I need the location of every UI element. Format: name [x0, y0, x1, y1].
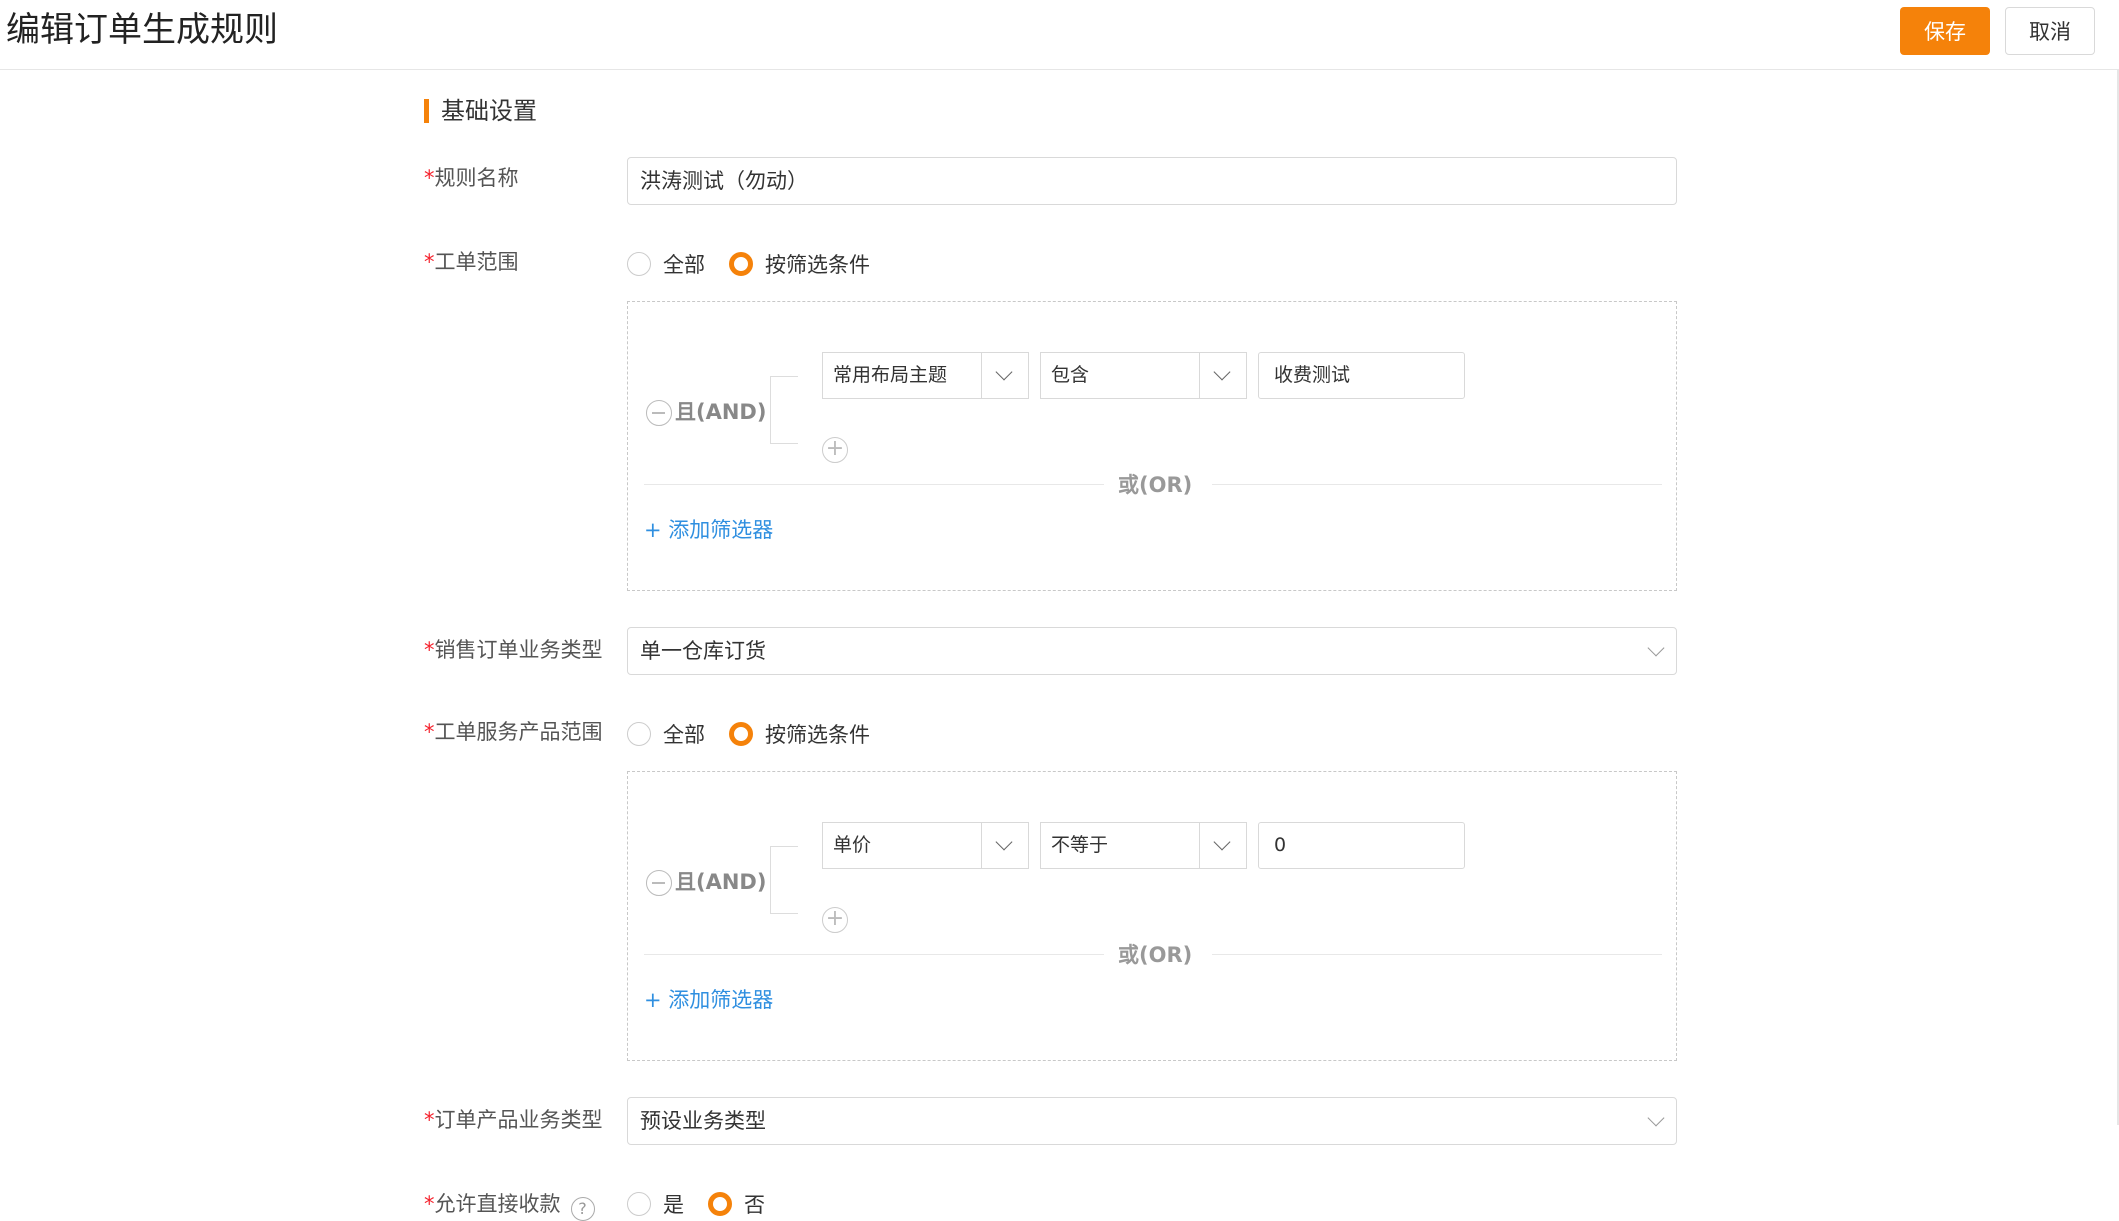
and-label: 且(AND): [675, 400, 767, 424]
filter-value-input[interactable]: 0: [1258, 822, 1465, 869]
or-label: 或(OR): [1118, 473, 1193, 497]
filter-value-input[interactable]: 收费测试: [1258, 352, 1465, 399]
service-product-filter-box: 且(AND) 单价 不等于 0 + 或(OR) + 添加筛选器: [627, 771, 1677, 1061]
help-circle-icon[interactable]: ?: [570, 1197, 595, 1221]
cancel-button[interactable]: 取消: [2005, 7, 2095, 55]
order-product-type-label: *订单产品业务类型: [424, 1108, 603, 1132]
chevron-down-icon: [1213, 363, 1231, 381]
radio-unchecked-icon: [627, 252, 651, 276]
and-label: 且(AND): [675, 870, 767, 894]
filter-field-select[interactable]: 常用布局主题: [822, 352, 1029, 399]
radio-checked-icon: [708, 1192, 732, 1216]
radio-checked-icon: [729, 252, 753, 276]
allow-direct-payment-radio-yes[interactable]: 是: [627, 1189, 684, 1219]
radio-unchecked-icon: [627, 1192, 651, 1216]
chevron-down-icon: [1647, 1109, 1665, 1127]
sales-order-type-label: *销售订单业务类型: [424, 638, 603, 662]
sales-order-type-select[interactable]: 单一仓库订货: [627, 627, 1677, 675]
or-divider-right: [1212, 954, 1662, 955]
ticket-scope-label: *工单范围: [424, 250, 519, 274]
chevron-down-icon: [1213, 833, 1231, 851]
or-divider-right: [1212, 484, 1662, 485]
filter-field-select[interactable]: 单价: [822, 822, 1029, 869]
and-bracket: [770, 376, 798, 444]
allow-direct-payment-label: *允许直接收款?: [424, 1189, 595, 1221]
plus-circle-icon[interactable]: +: [822, 907, 848, 933]
allow-direct-payment-radio-no[interactable]: 否: [708, 1189, 765, 1219]
ticket-scope-radio-filter[interactable]: 按筛选条件: [729, 249, 870, 279]
section-title: 基础设置: [441, 97, 537, 125]
ticket-scope-radio-all[interactable]: 全部: [627, 249, 705, 279]
service-product-scope-radio-filter[interactable]: 按筛选条件: [729, 719, 870, 749]
save-button[interactable]: 保存: [1900, 7, 1990, 55]
or-label: 或(OR): [1118, 943, 1193, 967]
or-divider-left: [644, 954, 1104, 955]
service-product-scope-radio-group: 全部 按筛选条件: [627, 719, 894, 749]
plus-circle-icon[interactable]: +: [822, 437, 848, 463]
chevron-down-icon: [995, 363, 1013, 381]
chevron-down-icon: [995, 833, 1013, 851]
radio-checked-icon: [729, 722, 753, 746]
service-product-scope-label: *工单服务产品范围: [424, 720, 603, 744]
order-product-type-select[interactable]: 预设业务类型: [627, 1097, 1677, 1145]
page-title: 编辑订单生成规则: [6, 10, 278, 50]
allow-direct-payment-radio-group: 是 否: [627, 1189, 789, 1219]
filter-operator-select[interactable]: 包含: [1040, 352, 1247, 399]
ticket-scope-radio-group: 全部 按筛选条件: [627, 249, 894, 279]
section-accent-bar: [424, 99, 429, 123]
minus-circle-icon[interactable]: [646, 400, 672, 426]
and-bracket: [770, 846, 798, 914]
rule-name-label: *规则名称: [424, 166, 519, 190]
add-filter-link[interactable]: + 添加筛选器: [644, 515, 773, 545]
service-product-scope-radio-all[interactable]: 全部: [627, 719, 705, 749]
rule-name-input[interactable]: 洪涛测试（勿动）: [627, 157, 1677, 205]
or-divider-left: [644, 484, 1104, 485]
minus-circle-icon[interactable]: [646, 870, 672, 896]
radio-unchecked-icon: [627, 722, 651, 746]
add-filter-link[interactable]: + 添加筛选器: [644, 985, 773, 1015]
chevron-down-icon: [1647, 639, 1665, 657]
page-header: 编辑订单生成规则 保存 取消: [0, 0, 2119, 70]
ticket-scope-filter-box: 且(AND) 常用布局主题 包含 收费测试 + 或(OR) + 添加筛选器: [627, 301, 1677, 591]
filter-operator-select[interactable]: 不等于: [1040, 822, 1247, 869]
